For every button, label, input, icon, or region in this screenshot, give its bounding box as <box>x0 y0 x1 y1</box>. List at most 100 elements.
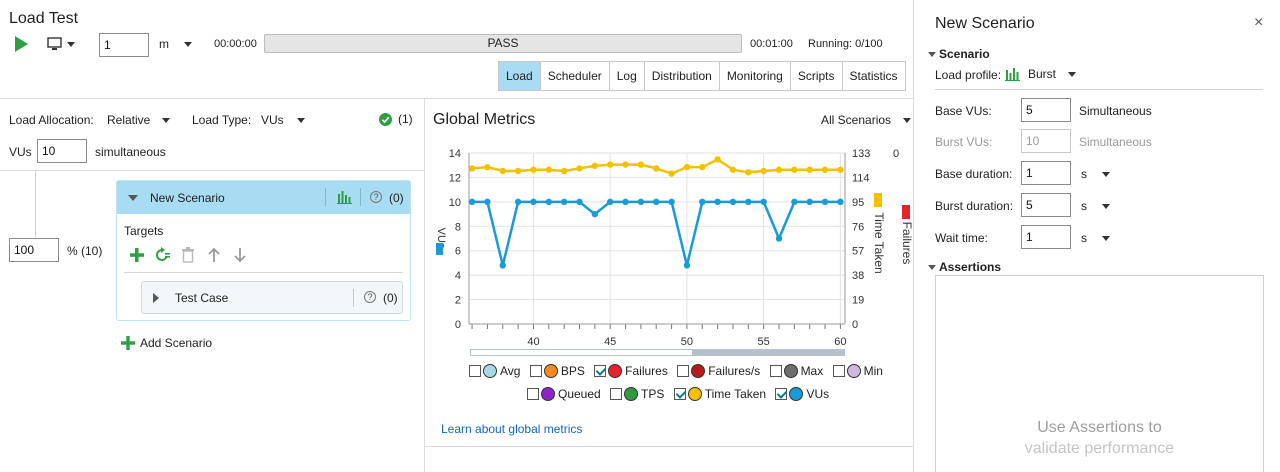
burst-duration-unit-dropdown[interactable]: s <box>1081 199 1111 213</box>
bar-chart-icon[interactable] <box>337 190 352 204</box>
data-point-vus <box>729 198 737 206</box>
legend-tps[interactable]: TPS <box>610 387 664 401</box>
legend-max-checkbox[interactable] <box>769 365 782 377</box>
status-progress-bar: PASS <box>264 34 742 53</box>
failures-axis-swatch <box>902 205 910 219</box>
tab-distribution[interactable]: Distribution <box>644 62 720 90</box>
legend-time-taken[interactable]: Time Taken <box>673 387 766 401</box>
legend-queued-checkbox[interactable] <box>527 388 539 400</box>
scenario-filter-dropdown[interactable]: All Scenarios <box>821 113 912 127</box>
duration-unit-label: m <box>159 37 169 51</box>
base-duration-input[interactable] <box>1021 161 1071 185</box>
data-point-time-taken <box>775 166 783 173</box>
base-duration-unit-dropdown[interactable]: s <box>1081 167 1111 181</box>
legend-bps-label: BPS <box>560 364 585 378</box>
status-label: PASS <box>487 36 519 50</box>
legend-queued[interactable]: Queued <box>527 387 601 401</box>
base-duration-unit: s <box>1081 167 1087 181</box>
legend-failures-per-sec[interactable]: Failures/s <box>677 364 760 378</box>
data-point-time-taken <box>637 161 645 168</box>
legend-failures[interactable]: Failures <box>594 364 668 378</box>
legend-failures-per-sec-checkbox[interactable] <box>677 365 690 377</box>
close-icon[interactable]: × <box>1254 14 1263 32</box>
data-point-time-taken <box>484 163 491 171</box>
data-point-vus <box>576 198 583 206</box>
separator <box>353 289 354 307</box>
legend-vus-checkbox[interactable] <box>775 388 788 400</box>
arrow-up-icon[interactable] <box>207 247 221 263</box>
load-type-dropdown[interactable]: VUs <box>261 113 306 127</box>
chart-scrollbar[interactable] <box>470 349 845 356</box>
data-point-vus <box>637 198 645 206</box>
wait-time-unit-dropdown[interactable]: s <box>1081 231 1111 245</box>
legend-avg-checkbox[interactable] <box>469 365 481 377</box>
percent-suffix: % (10) <box>67 244 103 258</box>
legend-time-taken-checkbox[interactable] <box>673 388 686 400</box>
y-tick-label-right: 114 <box>852 172 870 184</box>
tab-load[interactable]: Load <box>499 62 541 90</box>
burst-duration-input[interactable] <box>1021 193 1071 217</box>
legend-bps-checkbox[interactable] <box>529 365 542 377</box>
percent-input[interactable] <box>9 238 59 262</box>
legend-avg-label: Avg <box>500 364 521 378</box>
load-profile-label: Load profile: <box>935 68 1002 82</box>
chart-scrollbar-thumb[interactable] <box>692 350 845 355</box>
data-point-time-taken <box>653 165 660 172</box>
chevron-down-icon <box>184 42 193 48</box>
scenario-section-header[interactable]: Scenario <box>928 47 990 61</box>
test-case-row[interactable]: Test Case ? (0) <box>141 281 403 314</box>
assertions-hint-line-2: validate performance <box>1024 440 1175 457</box>
load-profile-dropdown[interactable]: Burst <box>1005 67 1077 81</box>
learn-metrics-link[interactable]: Learn about global metrics <box>441 422 582 436</box>
refresh-list-icon[interactable] <box>154 247 171 263</box>
validation-status[interactable]: (1) <box>379 112 413 126</box>
load-allocation-dropdown[interactable]: Relative <box>107 113 170 127</box>
y-tick-label-left: 4 <box>455 270 461 282</box>
add-scenario-button[interactable]: Add Scenario <box>121 336 212 350</box>
trash-icon[interactable] <box>181 247 195 263</box>
legend-avg-swatch <box>483 364 497 378</box>
tab-scheduler[interactable]: Scheduler <box>540 62 610 90</box>
vus-input[interactable] <box>37 139 87 163</box>
assertions-section-header[interactable]: Assertions <box>928 260 1001 274</box>
base-vus-input[interactable] <box>1021 98 1071 122</box>
duration-input[interactable] <box>99 33 149 57</box>
legend-queued-label: Queued <box>558 387 601 401</box>
arrow-down-icon[interactable] <box>233 247 247 263</box>
collapse-icon[interactable] <box>128 195 138 201</box>
y-axis-swatch-left <box>436 243 443 255</box>
legend-tps-checkbox[interactable] <box>610 388 623 400</box>
scenario-card-header[interactable]: New Scenario ? (0) <box>117 181 410 214</box>
monitor-dropdown[interactable] <box>47 36 77 55</box>
tab-statistics[interactable]: Statistics <box>842 62 905 90</box>
expand-icon[interactable] <box>153 293 159 303</box>
wait-time-input[interactable] <box>1021 225 1071 249</box>
vus-label: VUs <box>9 145 32 159</box>
add-target-icon[interactable] <box>129 247 145 263</box>
scenario-filter-value: All Scenarios <box>821 113 892 127</box>
legend-tps-swatch <box>624 387 639 401</box>
y-tick-label-right: 76 <box>852 221 864 233</box>
legend-bps[interactable]: BPS <box>529 364 585 378</box>
legend-min[interactable]: Min <box>832 364 883 378</box>
help-icon[interactable]: ? <box>364 291 376 303</box>
data-point-time-taken <box>622 161 629 168</box>
y-axis-swatch-right <box>874 193 882 207</box>
series-line-vus <box>472 200 841 266</box>
help-icon[interactable]: ? <box>370 191 382 203</box>
tab-log[interactable]: Log <box>609 62 645 90</box>
burst-vus-input <box>1021 129 1071 153</box>
tab-monitoring[interactable]: Monitoring <box>719 62 791 90</box>
legend-max[interactable]: Max <box>769 364 823 378</box>
run-button[interactable] <box>15 36 28 52</box>
legend-avg[interactable]: Avg <box>469 364 520 378</box>
legend-failures-checkbox[interactable] <box>594 365 607 377</box>
base-duration-label: Base duration: <box>935 167 1013 181</box>
legend-min-checkbox[interactable] <box>832 365 845 377</box>
duration-unit-dropdown[interactable]: m <box>159 37 193 51</box>
burst-duration-label: Burst duration: <box>935 199 1014 213</box>
targets-label: Targets <box>124 224 164 238</box>
tab-scripts[interactable]: Scripts <box>790 62 843 90</box>
legend-vus[interactable]: VUs <box>775 387 829 401</box>
data-point-vus <box>545 198 553 206</box>
